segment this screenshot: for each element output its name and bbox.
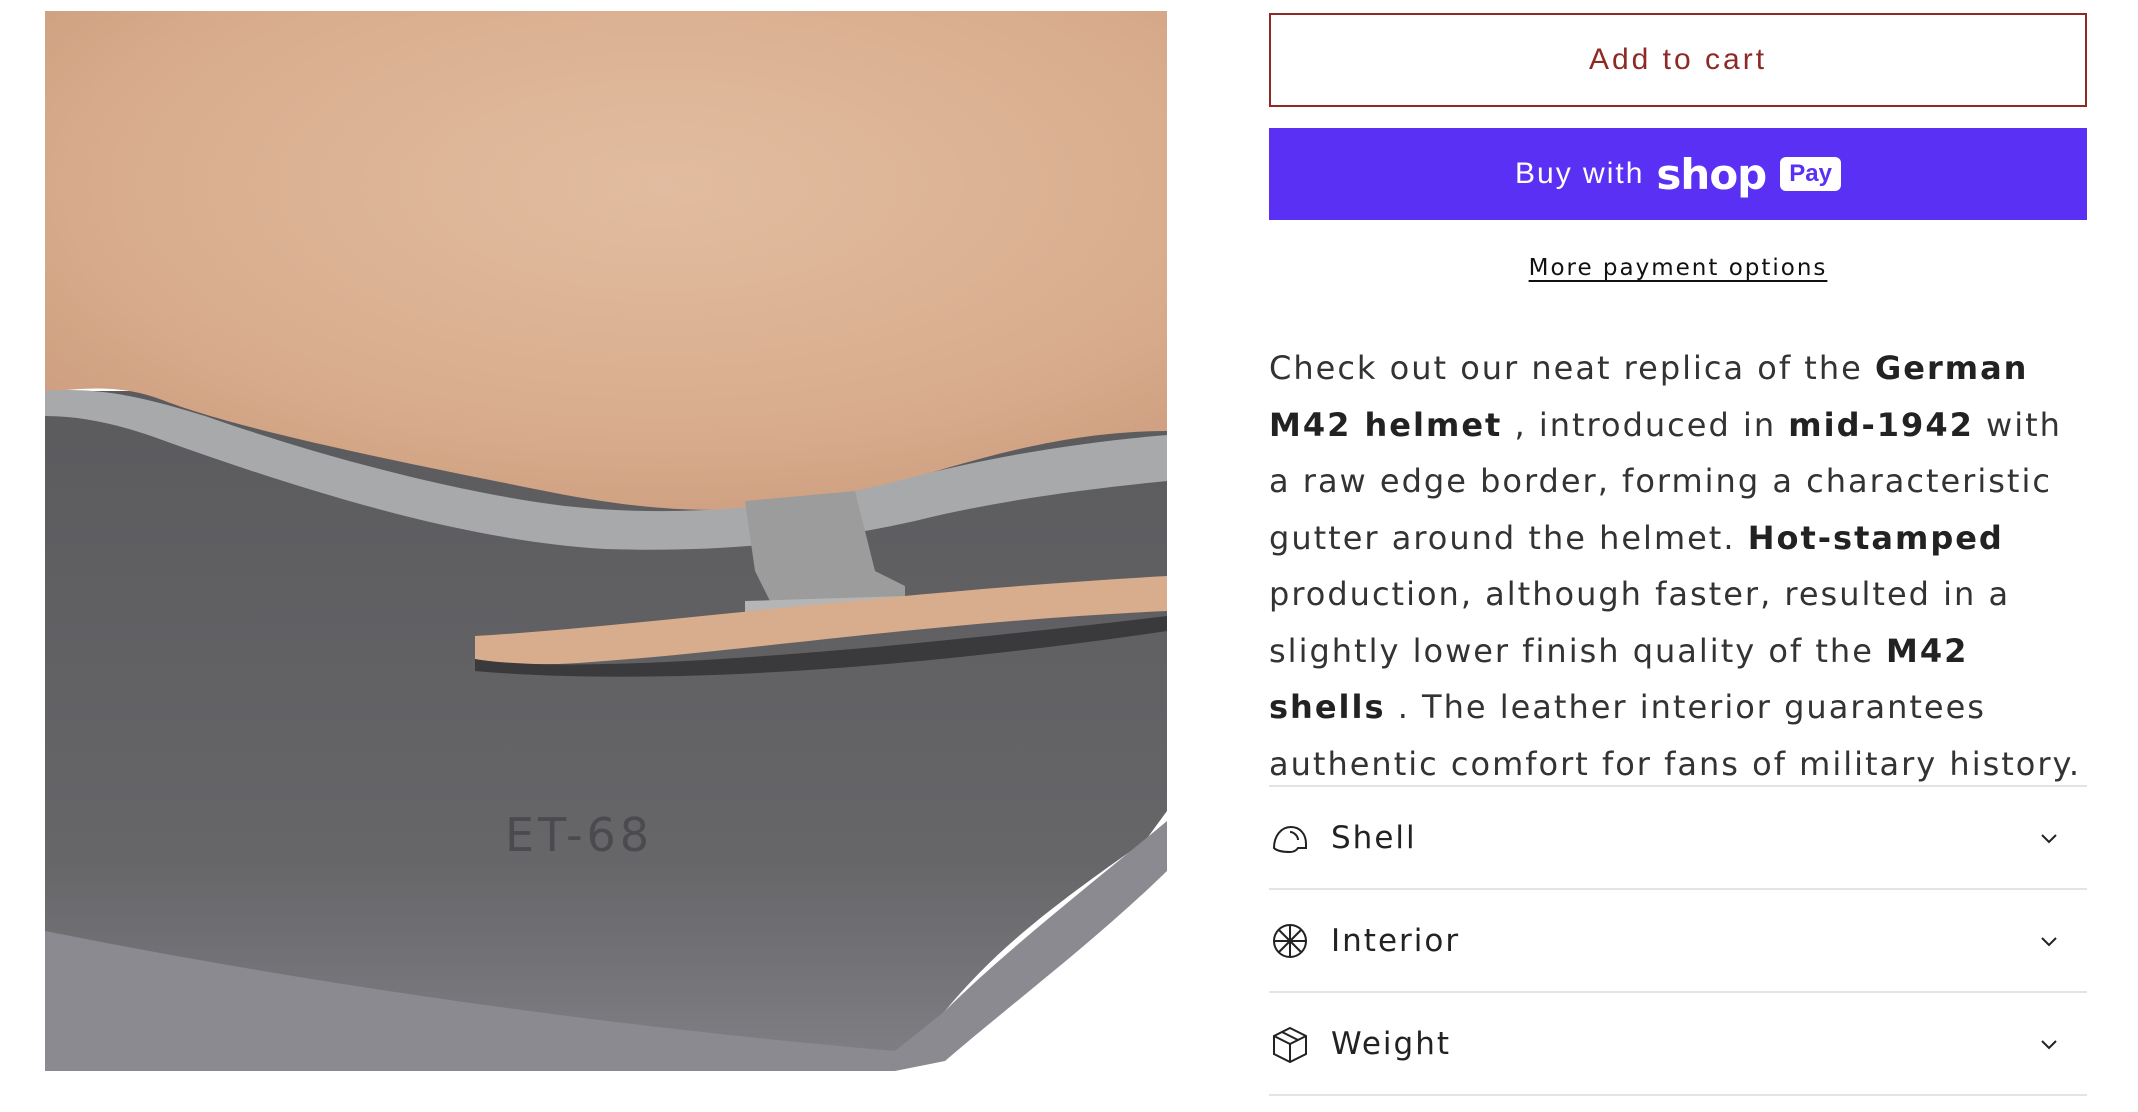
desc-bold: Hot-stamped bbox=[1747, 518, 2004, 557]
buy-with-label: Buy with bbox=[1515, 157, 1645, 190]
shop-logo: shop bbox=[1656, 149, 1767, 199]
chevron-down-icon bbox=[2039, 1034, 2059, 1054]
helmet-icon bbox=[1269, 817, 1311, 859]
desc-segment: , introduced in bbox=[1502, 405, 1789, 444]
chevron-down-icon bbox=[2039, 931, 2059, 951]
accordion-item-interior[interactable]: Interior bbox=[1269, 890, 2087, 993]
accordion-label: Interior bbox=[1331, 922, 1461, 959]
more-payment-options-wrap: More payment options bbox=[1269, 255, 2087, 281]
add-to-cart-label: Add to cart bbox=[1588, 43, 1768, 76]
stamp-text: ET-68 bbox=[505, 808, 653, 862]
desc-segment: . The leather interior guarantees authen… bbox=[1269, 688, 2082, 783]
product-accordion: Shell Interior Weight bbox=[1269, 785, 2087, 1096]
accordion-item-weight[interactable]: Weight bbox=[1269, 993, 2087, 1096]
product-image[interactable]: ET-68 bbox=[45, 11, 1167, 1071]
add-to-cart-button[interactable]: Add to cart bbox=[1269, 13, 2087, 107]
product-description: Check out our neat replica of the German… bbox=[1269, 340, 2087, 792]
desc-bold: mid-1942 bbox=[1788, 405, 1974, 444]
box-icon bbox=[1269, 1023, 1311, 1065]
accordion-item-shell[interactable]: Shell bbox=[1269, 787, 2087, 890]
accordion-label: Shell bbox=[1331, 819, 1417, 856]
more-payment-options-link[interactable]: More payment options bbox=[1529, 255, 1828, 281]
interior-icon bbox=[1269, 920, 1311, 962]
chevron-down-icon bbox=[2039, 828, 2059, 848]
desc-segment: Check out our neat replica of the bbox=[1269, 349, 1875, 387]
buy-with-shop-pay-button[interactable]: Buy with shop Pay bbox=[1269, 128, 2087, 220]
accordion-label: Weight bbox=[1331, 1025, 1452, 1062]
pay-badge: Pay bbox=[1780, 157, 1841, 191]
